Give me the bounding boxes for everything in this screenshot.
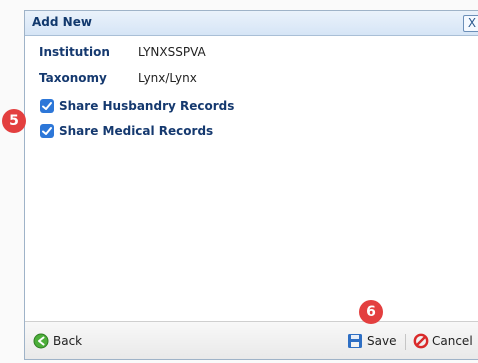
- floppy-disk-icon: [347, 333, 363, 355]
- institution-value: LYNXSSPVA: [138, 45, 206, 59]
- step-marker-6: 6: [359, 300, 383, 324]
- close-button[interactable]: X: [463, 15, 478, 32]
- cancel-button[interactable]: Cancel: [413, 331, 478, 351]
- back-arrow-icon: [33, 333, 49, 355]
- taxonomy-value: Lynx/Lynx: [138, 71, 197, 85]
- step-marker-5: 5: [2, 109, 26, 133]
- share-husbandry-checkbox[interactable]: [40, 99, 54, 113]
- share-medical-label[interactable]: Share Medical Records: [59, 124, 213, 138]
- dialog-footer: Back Save Cancel: [25, 321, 478, 359]
- dialog-content: Institution LYNXSSPVA Taxonomy Lynx/Lynx…: [25, 36, 478, 324]
- back-button[interactable]: Back: [33, 331, 93, 351]
- institution-label: Institution: [39, 45, 110, 59]
- dialog-titlebar: Add New X: [25, 11, 478, 36]
- footer-separator: [405, 334, 406, 350]
- share-medical-checkbox[interactable]: [40, 124, 54, 138]
- back-label: Back: [53, 334, 83, 348]
- save-button[interactable]: Save: [347, 331, 403, 351]
- cancel-label: Cancel: [432, 334, 473, 348]
- checkmark-icon: [42, 102, 52, 110]
- save-label: Save: [367, 334, 397, 348]
- cancel-icon: [413, 333, 429, 355]
- dialog-title: Add New: [32, 15, 92, 29]
- taxonomy-label: Taxonomy: [39, 71, 107, 85]
- checkmark-icon: [42, 127, 52, 135]
- share-husbandry-label[interactable]: Share Husbandry Records: [59, 99, 234, 113]
- add-new-dialog: Add New X Institution LYNXSSPVA Taxonomy…: [24, 10, 478, 360]
